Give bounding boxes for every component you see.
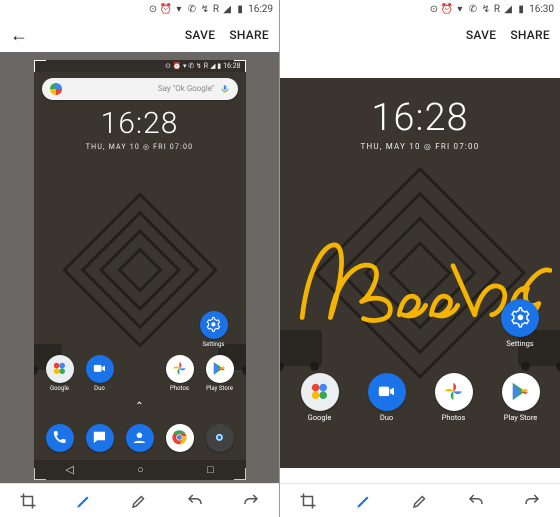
signal-icon: ◢ [222, 4, 232, 14]
folder-icon [46, 355, 74, 383]
battery-icon: ▮ [235, 4, 245, 14]
google-search-bar: Say "Ok Google" [42, 78, 238, 100]
undo-button[interactable] [461, 489, 491, 513]
markup-toolbar [0, 483, 279, 517]
nav-recent-icon: □ [207, 463, 214, 476]
clock-time: 16:28 [280, 96, 560, 140]
nav-back-icon: ◁ [65, 463, 73, 476]
app-row: Settings [34, 311, 246, 348]
clock-date: THU, MAY 10 ◎ FRI 07:00 [280, 142, 560, 151]
pen-tool[interactable] [69, 489, 99, 513]
play-store-icon [502, 373, 540, 411]
wifi-icon: ▾ [455, 4, 465, 14]
alarm-icon: ⏰ [442, 4, 452, 14]
markup-toolbar [280, 483, 560, 517]
editor-canvas[interactable]: ⊙ ⏰ ▾ ✆ ↯ R ◢ ▮ 16:28 Say "Ok Google" 16… [0, 52, 279, 483]
photos-icon [166, 355, 194, 383]
battery-icon: ▮ [516, 4, 526, 14]
roaming-label: R [494, 4, 500, 15]
vibrate-icon: ✆ [468, 4, 478, 14]
settings-icon [501, 299, 539, 337]
contacts-icon [126, 424, 154, 452]
app-settings: Settings [502, 299, 538, 348]
play-store-icon [206, 355, 234, 383]
clock-date: THU, MAY 10 ◎ FRI 07:00 [34, 143, 246, 151]
roaming-label: R [213, 4, 219, 15]
app-settings: Settings [196, 311, 232, 348]
clock-widget: 16:28 THU, MAY 10 ◎ FRI 07:00 [280, 96, 560, 151]
highlighter-tool[interactable] [124, 489, 154, 513]
app-play-store: Play Store [202, 355, 238, 392]
status-time: 16:29 [248, 4, 273, 15]
save-button[interactable]: SAVE [466, 28, 496, 42]
app-phone [42, 424, 78, 454]
camera-icon [206, 424, 234, 452]
app-chrome [162, 424, 198, 454]
vibrate-icon: ✆ [187, 4, 197, 14]
app-google-folder: Google [302, 373, 338, 422]
app-photos: Photos [436, 373, 472, 422]
pen-tool[interactable] [349, 489, 379, 513]
crop-handle-tl[interactable] [34, 60, 46, 72]
photos-icon [435, 373, 473, 411]
redo-button[interactable] [236, 489, 266, 513]
app-row: Google Duo Photos Play Store [280, 373, 560, 422]
save-button[interactable]: SAVE [185, 28, 215, 42]
wifi-icon: ▾ [174, 4, 184, 14]
phone-app-icon [46, 424, 74, 452]
duo-icon [368, 373, 406, 411]
phone-icon: ↯ [481, 4, 491, 14]
chrome-icon [166, 424, 194, 452]
alarm-icon: ⊙ [429, 4, 439, 14]
app-drawer-caret-icon: ⌃ [135, 401, 143, 412]
editor-toolbar: ← SAVE SHARE [280, 18, 560, 52]
editor-canvas[interactable]: 16:28 THU, MAY 10 ◎ FRI 07:00 Settings [280, 52, 560, 483]
app-contacts [122, 424, 158, 454]
phone-icon: ↯ [200, 4, 210, 14]
clock-time: 16:28 [34, 106, 246, 141]
highlighter-tool[interactable] [405, 489, 435, 513]
inner-status-bar: ⊙ ⏰ ▾ ✆ ↯ R ◢ ▮ 16:28 [34, 60, 246, 72]
redo-button[interactable] [517, 489, 547, 513]
app-row: Settings [280, 299, 560, 348]
crop-tool[interactable] [293, 489, 323, 513]
crop-handle-tr[interactable] [234, 60, 246, 72]
alarm-icon: ⏰ [161, 4, 171, 14]
search-placeholder: Say "Ok Google" [67, 84, 215, 93]
google-logo-icon [50, 83, 62, 95]
signal-icon: ◢ [503, 4, 513, 14]
share-button[interactable]: SHARE [510, 28, 550, 42]
duo-icon [86, 355, 114, 383]
alarm-icon: ⊙ [148, 4, 158, 14]
undo-button[interactable] [180, 489, 210, 513]
status-time: 16:30 [529, 4, 554, 15]
back-button[interactable]: ← [10, 25, 28, 46]
app-camera [202, 424, 238, 454]
screenshot-preview[interactable]: 16:28 THU, MAY 10 ◎ FRI 07:00 Settings [280, 78, 560, 468]
share-button[interactable]: SHARE [229, 28, 269, 42]
app-play-store: Play Store [503, 373, 539, 422]
messages-icon [86, 424, 114, 452]
clock-widget: 16:28 THU, MAY 10 ◎ FRI 07:00 [34, 106, 246, 151]
dock-row [34, 424, 246, 454]
app-duo: Duo [369, 373, 405, 422]
app-photos: Photos [162, 355, 198, 392]
screenshot-preview[interactable]: ⊙ ⏰ ▾ ✆ ↯ R ◢ ▮ 16:28 Say "Ok Google" 16… [34, 60, 246, 480]
app-row: Google Duo Photos Play Store [34, 355, 246, 392]
folder-icon [301, 373, 339, 411]
screenshot-editor-crop-view: ⊙ ⏰ ▾ ✆ ↯ R ◢ ▮ 16:29 ← SAVE SHARE ⊙ ⏰ ▾… [0, 0, 280, 517]
app-messages [82, 424, 118, 454]
device-status-bar: ⊙ ⏰ ▾ ✆ ↯ R ◢ ▮ 16:30 [280, 0, 560, 18]
device-status-bar: ⊙ ⏰ ▾ ✆ ↯ R ◢ ▮ 16:29 [0, 0, 279, 18]
screenshot-editor-draw-view: ⊙ ⏰ ▾ ✆ ↯ R ◢ ▮ 16:30 ← SAVE SHARE 16:28… [280, 0, 560, 517]
nav-home-icon: ○ [137, 463, 144, 476]
mic-icon [220, 84, 230, 94]
crop-tool[interactable] [13, 489, 43, 513]
settings-icon [200, 311, 228, 339]
editor-toolbar: ← SAVE SHARE [0, 18, 279, 52]
app-google-folder: Google [42, 355, 78, 392]
app-duo: Duo [82, 355, 118, 392]
android-nav-bar: ◁ ○ □ [34, 460, 246, 480]
